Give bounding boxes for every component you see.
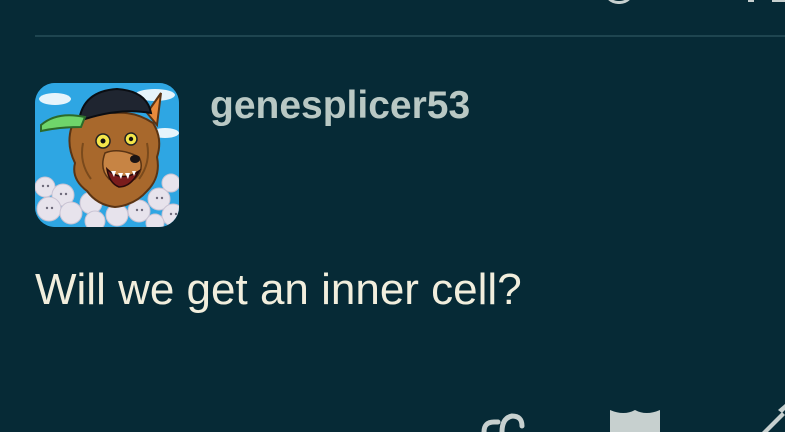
flag-icon[interactable] xyxy=(610,410,660,432)
post-message: Will we get an inner cell? xyxy=(35,265,522,314)
top-action-bar xyxy=(0,0,785,6)
post-view: genesplicer53 Will we get an inner cell? xyxy=(0,0,785,432)
partial-icon[interactable] xyxy=(748,0,785,2)
username[interactable]: genesplicer53 xyxy=(210,84,470,128)
link-icon[interactable] xyxy=(478,400,526,432)
partial-icon[interactable] xyxy=(604,0,634,4)
wolf-with-cap-avatar xyxy=(35,83,179,227)
post-action-bar xyxy=(0,400,785,432)
edit-icon[interactable] xyxy=(756,404,785,432)
avatar[interactable] xyxy=(35,83,179,227)
divider xyxy=(35,35,785,37)
